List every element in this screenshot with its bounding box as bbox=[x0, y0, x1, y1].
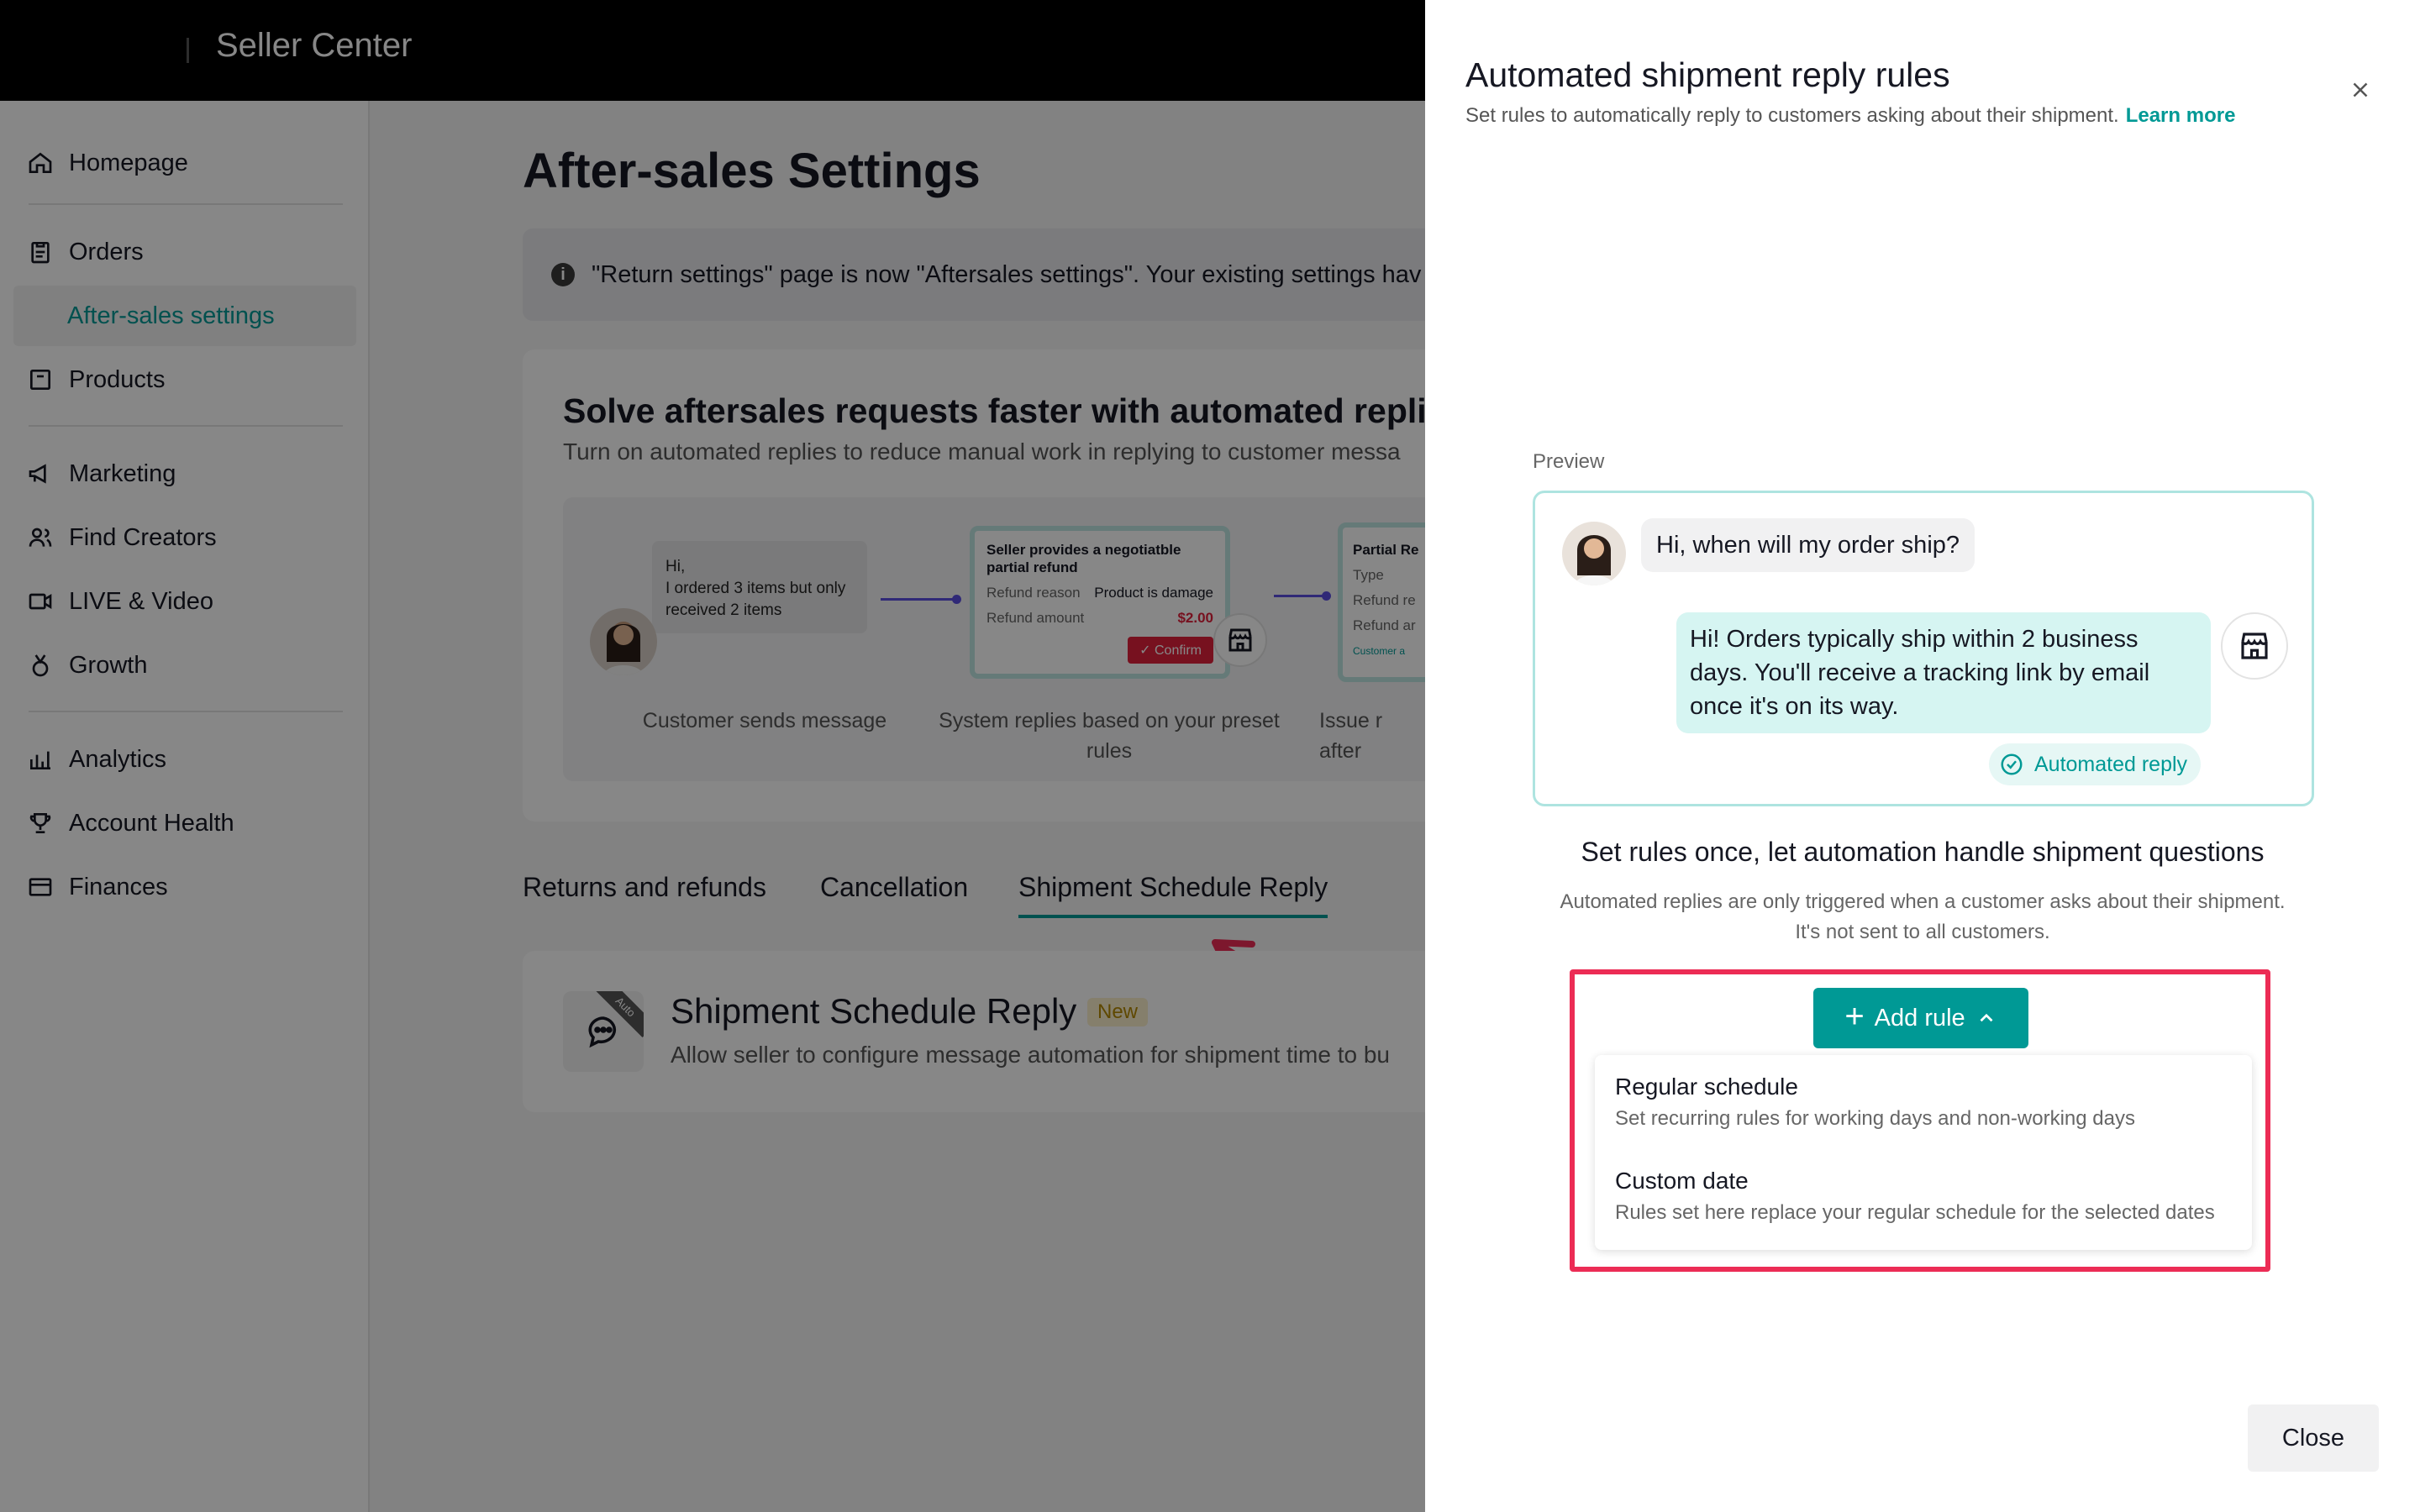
add-rule-menu: Regular schedule Set recurring rules for… bbox=[1595, 1055, 2252, 1250]
drawer-explanation: Automated replies are only triggered whe… bbox=[1560, 890, 2286, 943]
drawer-subtitle: Set rules to automatically reply to cust… bbox=[1465, 104, 2236, 127]
customer-message: Hi, when will my order ship? bbox=[1641, 518, 1975, 572]
store-icon bbox=[2221, 612, 2288, 680]
customer-avatar bbox=[1562, 522, 1626, 585]
menu-item-custom-date[interactable]: Custom date Rules set here replace your … bbox=[1595, 1152, 2252, 1247]
learn-more-link[interactable]: Learn more bbox=[2126, 104, 2236, 127]
check-circle-icon bbox=[2001, 753, 2023, 775]
close-icon[interactable] bbox=[2348, 77, 2373, 102]
chevron-up-icon bbox=[1980, 1013, 1993, 1022]
shipment-reply-drawer: Automated shipment reply rules Set rules… bbox=[1425, 0, 2420, 1512]
modal-backdrop[interactable] bbox=[0, 0, 1425, 1512]
close-button[interactable]: Close bbox=[2248, 1404, 2379, 1472]
add-rule-button[interactable]: + Add rule bbox=[1813, 988, 2028, 1048]
preview-panel: Hi, when will my order ship? Hi! Orders … bbox=[1533, 491, 2314, 806]
drawer-headline: Set rules once, let automation handle sh… bbox=[1581, 837, 2265, 867]
menu-item-regular-schedule[interactable]: Regular schedule Set recurring rules for… bbox=[1595, 1058, 2252, 1152]
drawer-title: Automated shipment reply rules bbox=[1465, 55, 1950, 94]
automated-message: Hi! Orders typically ship within 2 busin… bbox=[1676, 612, 2211, 733]
preview-label: Preview bbox=[1533, 450, 1605, 473]
plus-icon: + bbox=[1844, 998, 1865, 1035]
automated-reply-tag: Automated reply bbox=[1989, 743, 2202, 785]
